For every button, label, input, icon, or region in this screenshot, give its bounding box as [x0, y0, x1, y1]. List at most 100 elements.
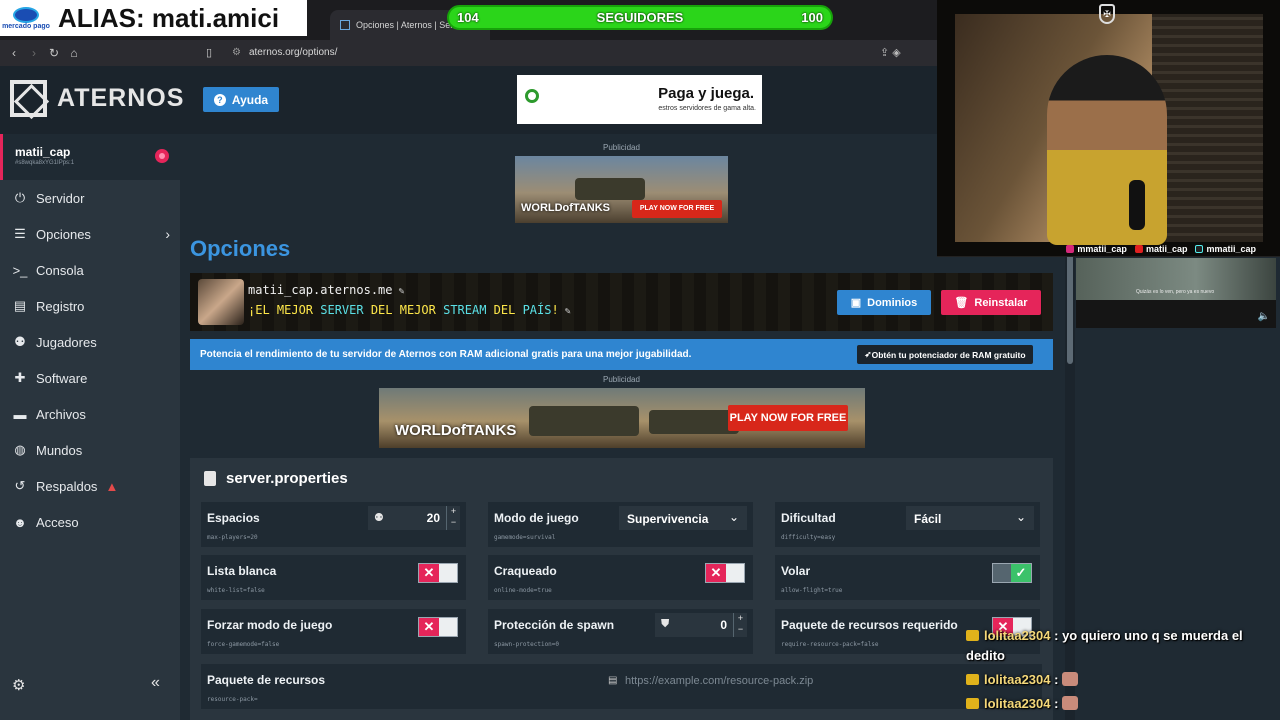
- youtube-icon: [1134, 245, 1143, 253]
- tiktok-handle-text: mmatii_cap: [1206, 244, 1256, 254]
- chat-text: :: [1054, 672, 1059, 687]
- window-blinds: [1152, 14, 1263, 242]
- edit-pencil-icon[interactable]: ✎: [565, 306, 571, 317]
- sidebar-item-acceso[interactable]: ☻ Acceso: [0, 504, 180, 540]
- social-handles: mmatii_cap matii_cap mmatii_cap: [937, 244, 1280, 254]
- url-field[interactable]: ⚙ aternos.org/options/: [232, 47, 337, 58]
- video-caption: Quizás es lo ven, pero ya es nuevo: [1136, 289, 1215, 295]
- prop-label: Paquete de recursos requerido: [781, 618, 958, 632]
- aternos-logo[interactable]: ATERNOS: [10, 80, 184, 117]
- sliders-icon: ☰: [14, 226, 26, 241]
- prop-label: Craqueado: [494, 564, 557, 578]
- gamemode-select[interactable]: Supervivencia ⌄: [619, 506, 747, 530]
- prop-max-players: Espacios max-players=20 ⚉ 20 + −: [201, 502, 466, 547]
- reload-icon[interactable]: ↻: [44, 46, 64, 60]
- prop-key: white-list=false: [207, 587, 265, 594]
- x-icon: ✕: [419, 564, 439, 582]
- tiktok-handle: mmatii_cap: [1195, 244, 1256, 254]
- server-address[interactable]: matii_cap.aternos.me ✎: [248, 283, 405, 297]
- sidebar-item-mundos[interactable]: ◍ Mundos: [0, 432, 180, 468]
- edit-pencil-icon[interactable]: ✎: [399, 286, 405, 297]
- sidebar-item-opciones[interactable]: ☰ Opciones ›: [0, 216, 180, 252]
- prop-label: Paquete de recursos: [207, 673, 326, 687]
- instagram-handle-text: mmatii_cap: [1077, 244, 1127, 254]
- sidebar-item-software[interactable]: ✚ Software: [0, 360, 180, 396]
- slots-stepper[interactable]: ⚉ 20 + −: [368, 506, 460, 530]
- ram-booster-button[interactable]: ➶ Obtén tu potenciador de RAM gratuito: [857, 345, 1033, 364]
- whitelist-toggle[interactable]: ✕: [418, 563, 458, 583]
- prop-key: max-players=20: [207, 534, 258, 541]
- chevron-down-icon: ⌄: [728, 510, 739, 524]
- force-gamemode-toggle[interactable]: ✕: [418, 617, 458, 637]
- settings-gear-icon[interactable]: ⚙: [12, 676, 25, 694]
- forward-icon[interactable]: ›: [24, 46, 44, 60]
- prop-key: difficulty=easy: [781, 534, 836, 541]
- mini-video-overlay: Quizás es lo ven, pero ya es nuevo 🔈: [1076, 258, 1276, 328]
- tank-image: [529, 406, 639, 436]
- prop-key: force-gamemode=false: [207, 641, 280, 648]
- home-icon[interactable]: ⌂: [64, 46, 84, 60]
- instagram-icon: [1066, 245, 1075, 253]
- stepper-buttons[interactable]: + −: [733, 613, 747, 637]
- prop-difficulty: Dificultad difficulty=easy Fácil ⌄: [775, 502, 1040, 547]
- wot-banner-large[interactable]: WORLDofTANKS PLAY NOW FOR FREE: [379, 388, 865, 448]
- rocket-icon: ➶: [864, 349, 872, 359]
- sidebar-item-consola[interactable]: >_ Consola: [0, 252, 180, 288]
- sidebar-item-archivos[interactable]: ▬ Archivos: [0, 396, 180, 432]
- site-settings-icon[interactable]: ⚙: [232, 47, 241, 58]
- prop-gamemode: Modo de juego gamemode=survival Superviv…: [488, 502, 753, 547]
- microphone: [1129, 180, 1145, 230]
- tiktok-icon: [1195, 245, 1204, 253]
- mercadopago-logo: mercado pago: [2, 1, 50, 35]
- prop-label: Forzar modo de juego: [207, 618, 333, 632]
- prop-whitelist: Lista blanca white-list=false ✕: [201, 555, 466, 600]
- sidebar-item-registro[interactable]: ▤ Registro: [0, 288, 180, 324]
- collapse-sidebar-icon[interactable]: «: [151, 674, 160, 692]
- help-label: Ayuda: [231, 92, 269, 107]
- cracked-toggle[interactable]: ✕: [705, 563, 745, 583]
- spawn-protection-stepper[interactable]: ⛊ 0 + −: [655, 613, 747, 637]
- speaker-icon[interactable]: 🔈: [1258, 311, 1270, 322]
- sidebar-item-servidor[interactable]: ⏻ Servidor: [0, 180, 180, 216]
- share-icon[interactable]: ⇪ ◈: [880, 46, 901, 59]
- sidebar-item-label: Jugadores: [36, 334, 97, 350]
- sidebar-item-label: Servidor: [36, 190, 85, 206]
- bookmark-icon[interactable]: ▯: [206, 46, 212, 59]
- wot-banner-small[interactable]: WORLDofTANKS PLAY NOW FOR FREE: [515, 156, 728, 223]
- flight-toggle[interactable]: ✓: [992, 563, 1032, 583]
- crown-badge-icon: [966, 674, 979, 685]
- users-icon: ⚉: [374, 512, 384, 524]
- top-banner-ad[interactable]: Paga y juega. estros servidores de gama …: [517, 75, 762, 124]
- prop-resource-pack: Paquete de recursos resource-pack= ▤ htt…: [201, 664, 1042, 709]
- reinstall-button[interactable]: 🗑 Reinstalar: [941, 290, 1041, 315]
- chevron-down-icon: ⌄: [1015, 510, 1026, 524]
- server-icon: [198, 279, 244, 325]
- follower-goal-bar: 104 SEGUIDORES 100: [447, 5, 833, 30]
- motd-part: SERVER: [320, 303, 364, 317]
- aternos-logo-mark-icon: [10, 80, 47, 117]
- motd-part: DEL: [486, 303, 523, 317]
- back-icon[interactable]: ‹: [4, 46, 24, 60]
- tank-image: [649, 410, 739, 434]
- user-id: #s8wqka8xYG1IPps:1: [15, 160, 75, 166]
- prop-key: gamemode=survival: [494, 534, 556, 541]
- sidebar-item-label: Mundos: [36, 442, 83, 458]
- mp-logo-text: mercado pago: [2, 22, 50, 30]
- prop-allow-flight: Volar allow-flight=true ✓: [775, 555, 1040, 600]
- properties-title: server.properties: [204, 470, 348, 487]
- prop-label: Modo de juego: [494, 511, 579, 525]
- stepper-buttons[interactable]: + −: [446, 506, 460, 530]
- user-card[interactable]: matii_cap #s8wqka8xYG1IPps:1: [0, 134, 180, 180]
- help-button[interactable]: ? Ayuda: [203, 87, 279, 112]
- prop-label: Espacios: [207, 511, 260, 525]
- sidebar-item-jugadores[interactable]: ⚉ Jugadores: [0, 324, 180, 360]
- sidebar-item-respaldos[interactable]: ↺ Respaldos ▲: [0, 468, 180, 504]
- server-motd[interactable]: ¡EL MEJOR SERVER DEL MEJOR STREAM DEL PA…: [248, 303, 571, 317]
- chat-user: lolitaa2304: [984, 696, 1051, 711]
- crown-badge-icon: [966, 630, 979, 641]
- motd-part: DEL MEJOR: [363, 303, 444, 317]
- difficulty-select[interactable]: Fácil ⌄: [906, 506, 1034, 530]
- handshake-icon: [13, 6, 39, 23]
- domains-button[interactable]: ▣ Dominios: [837, 290, 931, 315]
- prop-key: resource-pack=: [207, 696, 258, 703]
